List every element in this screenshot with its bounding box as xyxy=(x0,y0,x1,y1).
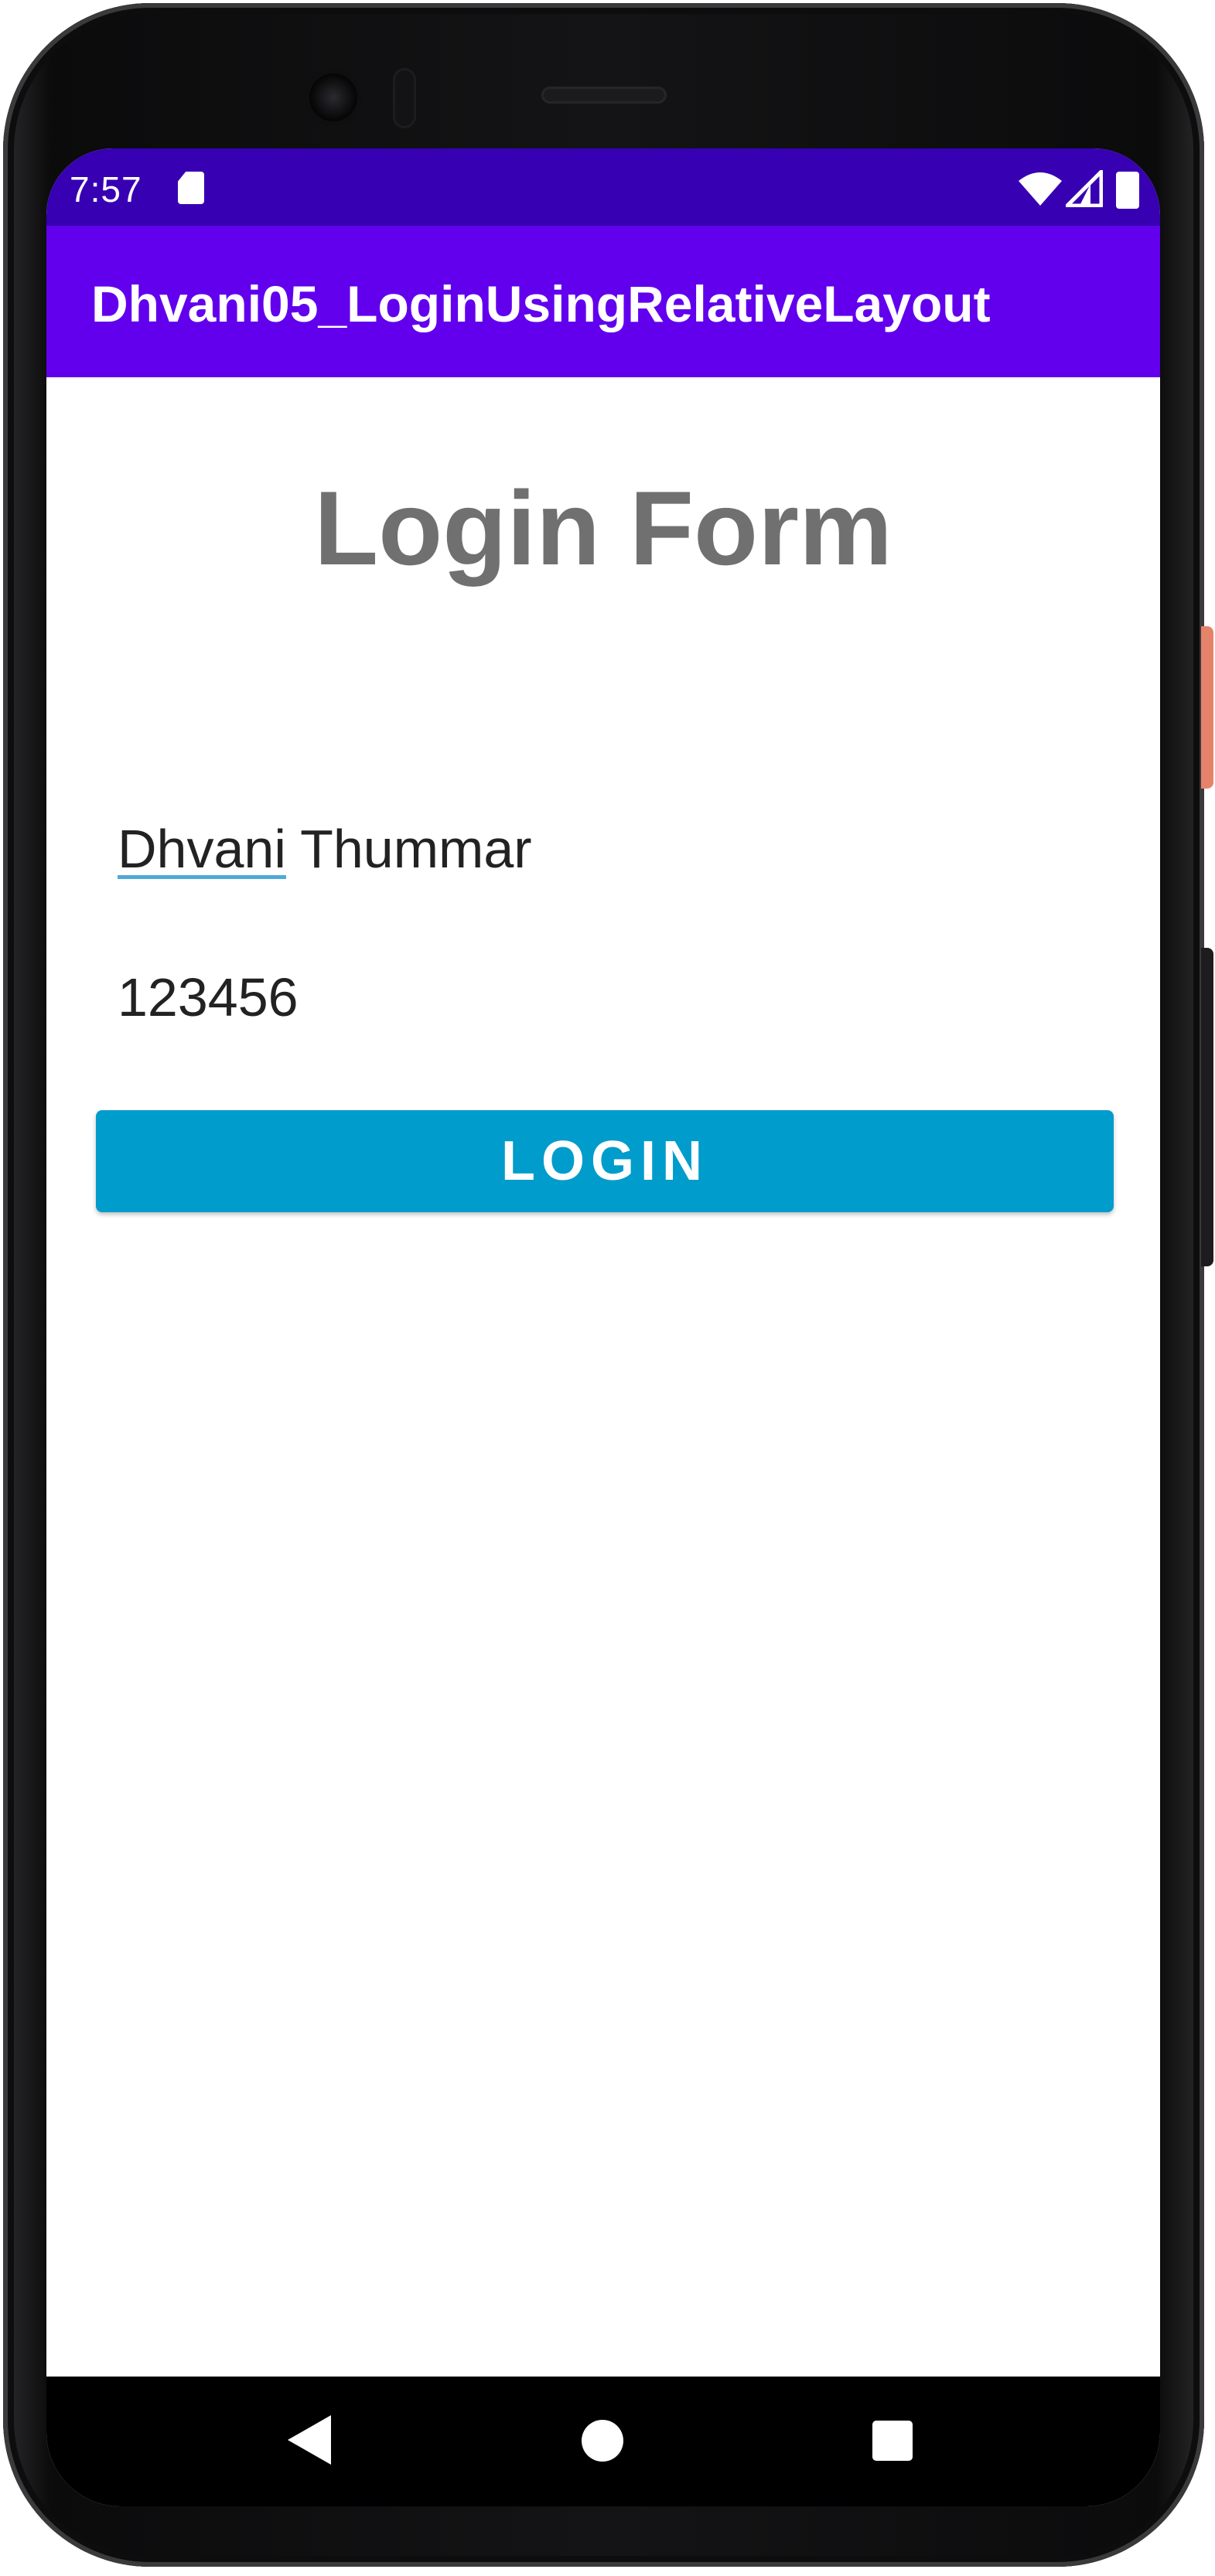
power-button[interactable] xyxy=(1201,626,1213,789)
sd-card-icon xyxy=(178,172,204,204)
battery-icon xyxy=(1116,172,1139,209)
wifi-icon xyxy=(1019,172,1062,206)
username-field[interactable]: Dhvani Thummar xyxy=(118,818,532,880)
form-heading: Login Form xyxy=(314,469,892,587)
username-rest: Thummar xyxy=(285,819,532,879)
proximity-sensor xyxy=(393,68,416,128)
back-icon[interactable] xyxy=(288,2415,331,2465)
screen: 7:57 Dhvani05_LoginUsingRelativeLayout L… xyxy=(46,148,1160,2506)
app-title: Dhvani05_LoginUsingRelativeLayout xyxy=(91,275,991,332)
home-icon[interactable] xyxy=(582,2420,623,2462)
status-time: 7:57 xyxy=(70,169,142,210)
cell-signal-icon xyxy=(1066,170,1103,207)
status-bar: 7:57 xyxy=(46,148,1160,226)
navigation-bar xyxy=(46,2377,1160,2506)
username-first-word: Dhvani xyxy=(118,819,286,879)
login-form: Login Form Dhvani Thummar 123456 LOGIN xyxy=(46,377,1160,2377)
earpiece-speaker xyxy=(541,87,667,104)
front-camera xyxy=(309,73,357,121)
app-bar: Dhvani05_LoginUsingRelativeLayout xyxy=(46,226,1160,377)
password-field[interactable]: 123456 xyxy=(118,966,299,1028)
login-button[interactable]: LOGIN xyxy=(96,1110,1114,1212)
device-frame: 7:57 Dhvani05_LoginUsingRelativeLayout L… xyxy=(0,0,1215,2576)
recents-icon[interactable] xyxy=(872,2421,913,2461)
volume-button[interactable] xyxy=(1201,948,1213,1266)
